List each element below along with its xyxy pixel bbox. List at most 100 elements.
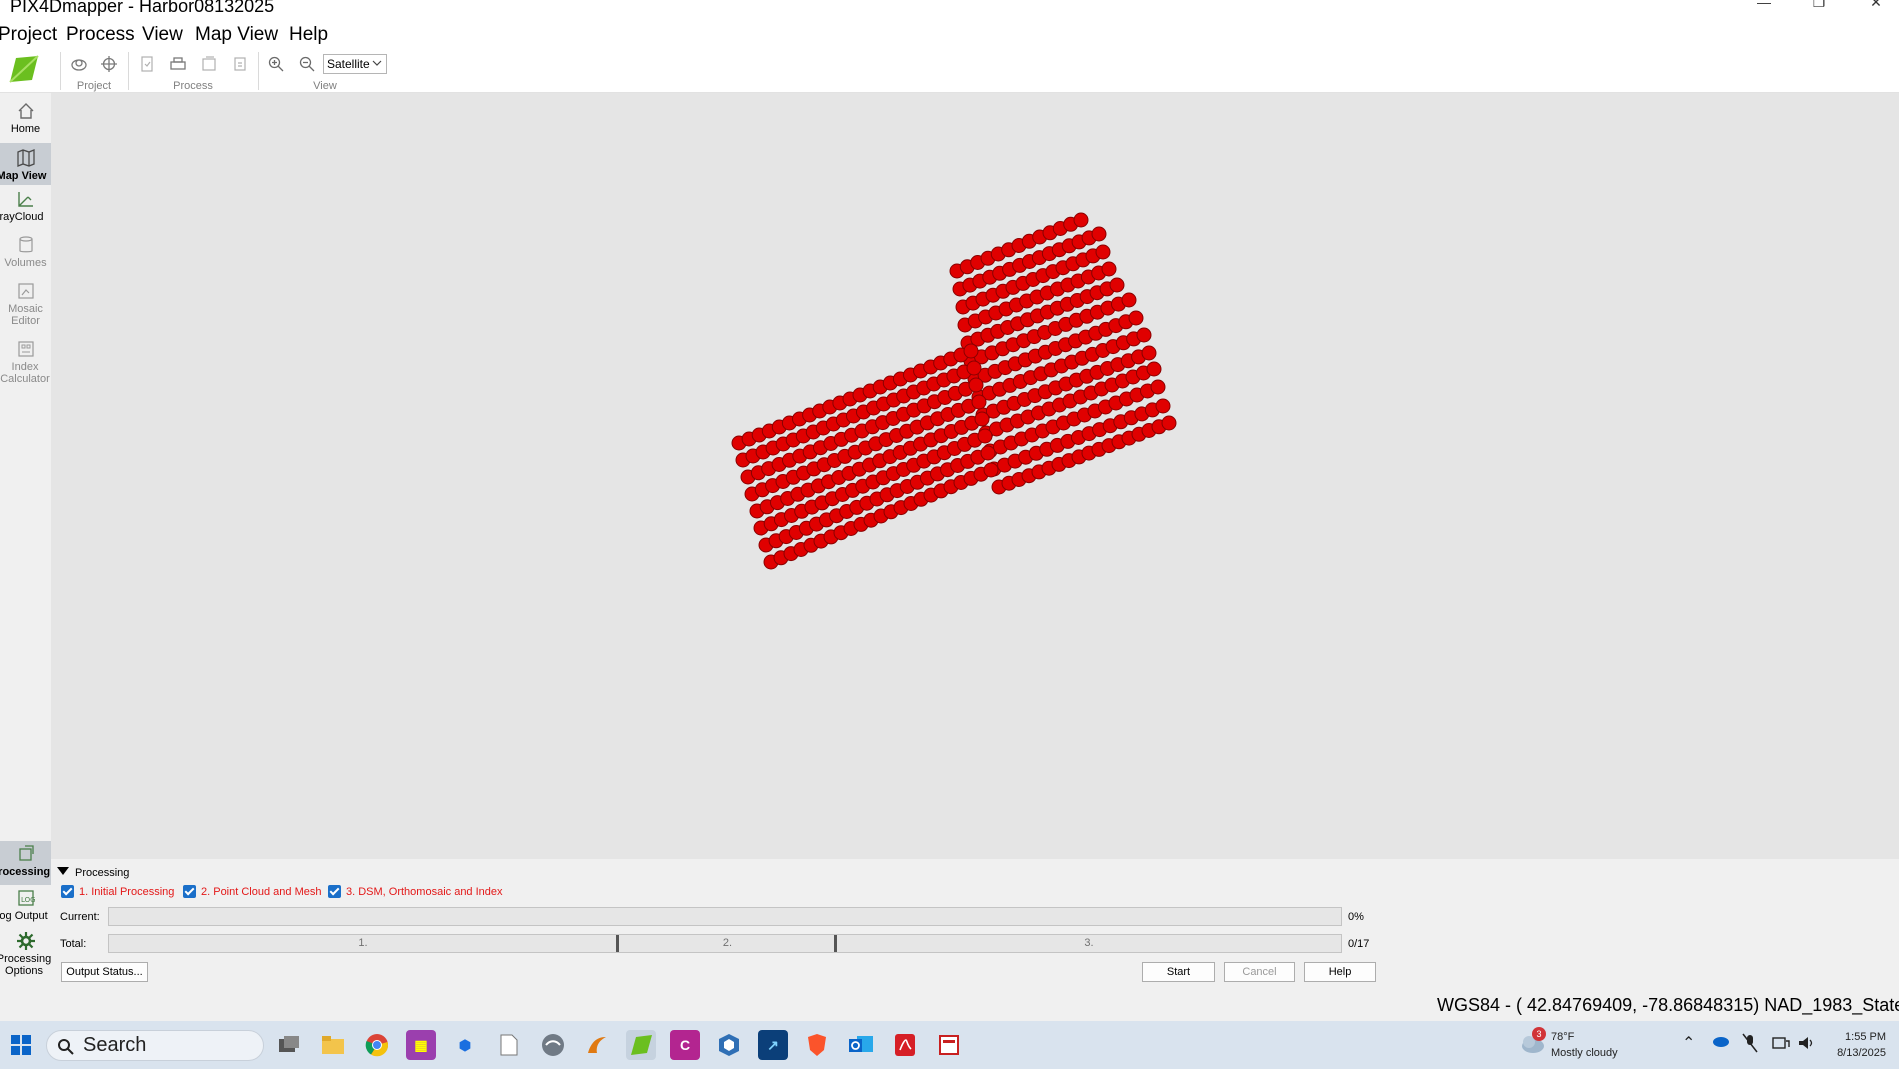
- window-title: PIX4Dmapper - Harbor08132025: [10, 0, 275, 16]
- volume-icon[interactable]: [1797, 1035, 1815, 1054]
- sidebar-item-raycloud[interactable]: rayCloud: [0, 189, 51, 229]
- onedrive-icon[interactable]: [1710, 1035, 1730, 1050]
- basemap-select[interactable]: Satellite: [323, 54, 387, 74]
- image-position-marker[interactable]: [1161, 415, 1177, 431]
- image-position-marker[interactable]: [980, 445, 996, 461]
- gcp-manager-icon[interactable]: [98, 53, 120, 75]
- menu-help[interactable]: Help: [289, 24, 328, 46]
- acrobat-icon[interactable]: [890, 1030, 920, 1060]
- image-position-marker[interactable]: [1136, 327, 1152, 343]
- home-icon: [18, 103, 33, 119]
- step-point-cloud-mesh[interactable]: 2. Point Cloud and Mesh: [183, 885, 321, 898]
- image-position-marker[interactable]: [1101, 261, 1117, 277]
- windows-start-icon[interactable]: [6, 1030, 36, 1060]
- chevron-up-icon[interactable]: ⌃: [1682, 1033, 1695, 1053]
- step-dsm-orthomosaic[interactable]: 3. DSM, Orthomosaic and Index: [328, 885, 503, 898]
- network-icon[interactable]: [1772, 1035, 1790, 1054]
- taskbar-search[interactable]: Search: [46, 1030, 264, 1061]
- sidebar-item-label: Volumes: [4, 257, 47, 269]
- image-position-marker[interactable]: [1155, 398, 1171, 414]
- restore-icon[interactable]: ❐: [1796, 0, 1842, 14]
- cancel-button[interactable]: Cancel: [1224, 962, 1295, 982]
- raycloud-icon: [17, 192, 33, 207]
- image-position-marker[interactable]: [966, 360, 982, 376]
- sidebar-item-processing-options[interactable]: Processing Options: [0, 931, 51, 987]
- map-view-canvas[interactable]: [51, 93, 1899, 859]
- rematch-icon[interactable]: [229, 53, 251, 75]
- app-icon[interactable]: [934, 1030, 964, 1060]
- clock-date[interactable]: 8/13/2025: [1833, 1047, 1886, 1059]
- file-explorer-icon[interactable]: [318, 1030, 348, 1060]
- zoom-in-icon[interactable]: [265, 53, 287, 75]
- app-icon[interactable]: ⬢: [450, 1030, 480, 1060]
- step-initial-processing[interactable]: 1. Initial Processing: [61, 885, 174, 898]
- image-position-marker[interactable]: [1095, 244, 1111, 260]
- checkbox-initial-processing[interactable]: [61, 885, 74, 898]
- clock-time[interactable]: 1:55 PM: [1840, 1031, 1886, 1043]
- sidebar-item-map-view[interactable]: Map View: [0, 143, 51, 185]
- menu-map-view[interactable]: Map View: [195, 24, 278, 46]
- weather-temp: 78°F: [1551, 1031, 1575, 1043]
- index-calculator-icon: [17, 341, 34, 357]
- new-project-icon[interactable]: [68, 53, 90, 75]
- image-position-marker[interactable]: [963, 343, 979, 359]
- app-icon[interactable]: ▦: [406, 1030, 436, 1060]
- sidebar-item-index-calculator[interactable]: Index Calculator: [0, 339, 51, 395]
- ribbon-group-project: Project: [76, 80, 112, 92]
- notepad-icon[interactable]: [494, 1030, 524, 1060]
- minimize-icon[interactable]: —: [1741, 0, 1787, 14]
- menu-view[interactable]: View: [142, 24, 183, 46]
- weather-cloud-icon[interactable]: 3: [1519, 1027, 1547, 1059]
- task-view-icon[interactable]: [274, 1030, 304, 1060]
- microphone-muted-icon[interactable]: [1742, 1033, 1758, 1056]
- image-position-marker[interactable]: [1091, 226, 1107, 242]
- sidebar-item-home[interactable]: Home: [0, 101, 51, 141]
- sidebar-item-log-output[interactable]: LOG Log Output: [0, 888, 51, 930]
- app-icon[interactable]: [582, 1030, 612, 1060]
- zoom-out-icon[interactable]: [296, 53, 318, 75]
- processing-header[interactable]: Processing: [57, 867, 129, 879]
- print-icon[interactable]: [167, 53, 189, 75]
- sidebar-item-volumes[interactable]: Volumes: [0, 235, 51, 277]
- close-icon[interactable]: ✕: [1853, 0, 1899, 14]
- image-position-marker[interactable]: [971, 394, 987, 410]
- image-position-marker[interactable]: [968, 377, 984, 393]
- image-position-marker[interactable]: [1121, 292, 1137, 308]
- status-bar: WGS84 - ( 42.84769409, -78.86848315) NAD…: [0, 993, 1899, 1021]
- image-position-marker[interactable]: [983, 462, 999, 478]
- sidebar-item-label: Home: [10, 123, 41, 135]
- step-label: 1. Initial Processing: [79, 885, 175, 898]
- start-button[interactable]: Start: [1142, 962, 1215, 982]
- menu-project[interactable]: Project: [0, 24, 57, 46]
- gear-icon: [16, 932, 35, 950]
- reoptimize-icon[interactable]: [198, 53, 220, 75]
- output-status-button[interactable]: Output Status...: [61, 962, 148, 982]
- menu-process[interactable]: Process: [66, 24, 135, 46]
- collapse-triangle-icon[interactable]: [57, 867, 69, 875]
- app-icon[interactable]: [714, 1030, 744, 1060]
- app-icon[interactable]: [538, 1030, 568, 1060]
- outlook-icon[interactable]: [846, 1030, 876, 1060]
- image-position-marker[interactable]: [1073, 212, 1089, 228]
- image-position-marker[interactable]: [977, 428, 993, 444]
- image-position-marker[interactable]: [974, 411, 990, 427]
- chrome-icon[interactable]: [362, 1030, 392, 1060]
- image-position-marker[interactable]: [1146, 361, 1162, 377]
- image-position-marker[interactable]: [1128, 310, 1144, 326]
- step-label: 3. DSM, Orthomosaic and Index: [346, 885, 503, 898]
- sidebar-item-processing[interactable]: Processing: [0, 841, 51, 885]
- checkbox-dsm-orthomosaic[interactable]: [328, 885, 341, 898]
- brave-icon[interactable]: [802, 1030, 832, 1060]
- sidebar-item-mosaic-editor[interactable]: Mosaic Editor: [0, 281, 51, 337]
- help-button[interactable]: Help: [1304, 962, 1376, 982]
- pix4d-icon[interactable]: [626, 1030, 656, 1060]
- weather-badge: 3: [1532, 1027, 1546, 1041]
- image-position-marker[interactable]: [1150, 379, 1166, 395]
- image-position-marker[interactable]: [1109, 277, 1125, 293]
- clion-icon[interactable]: C: [670, 1030, 700, 1060]
- checkbox-point-cloud-mesh[interactable]: [183, 885, 196, 898]
- image-position-marker[interactable]: [1141, 345, 1157, 361]
- flight-path-map[interactable]: [51, 93, 1899, 859]
- app-icon[interactable]: ↗: [758, 1030, 788, 1060]
- run-initial-icon[interactable]: [136, 53, 158, 75]
